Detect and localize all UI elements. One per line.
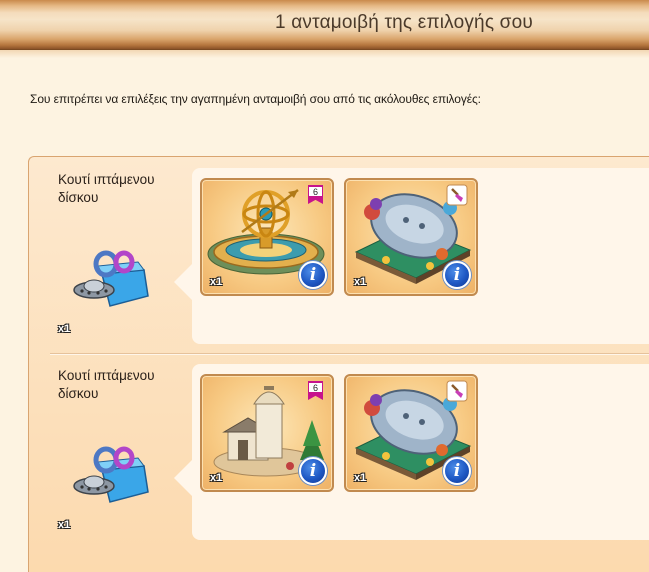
source-item-name: Κουτί ιπτάμενου δίσκου <box>58 172 155 205</box>
reward-card[interactable]: 6 x1 i <box>200 178 334 296</box>
header-shadow <box>0 50 649 58</box>
reward-quantity: x1 <box>210 472 223 484</box>
reward-quantity: x1 <box>210 276 223 288</box>
source-quantity: x1 <box>58 323 71 335</box>
info-button[interactable]: i <box>299 457 327 485</box>
info-button[interactable]: i <box>443 457 471 485</box>
reward-card[interactable]: 6 x1 i <box>200 374 334 492</box>
intro-text: Σου επιτρέπει να επιλέξεις την αγαπημένη… <box>30 92 481 106</box>
paintbrush-icon <box>446 380 468 402</box>
source-quantity: x1 <box>58 519 71 531</box>
paintbrush-icon <box>446 184 468 206</box>
source-item-name: Κουτί ιπτάμενου δίσκου <box>58 368 155 401</box>
level-badge-value: 6 <box>308 186 323 197</box>
option-divider <box>50 353 649 355</box>
level-badge-value: 6 <box>308 382 323 393</box>
reward-strip: 6 x1 i x1 i <box>174 168 649 344</box>
flying-saucer-box-icon <box>73 446 149 503</box>
reward-card[interactable]: x1 i <box>344 178 478 296</box>
info-button[interactable]: i <box>299 261 327 289</box>
reward-card[interactable]: x1 i <box>344 374 478 492</box>
reward-strip: 6 x1 i x1 i <box>174 364 649 540</box>
reward-quantity: x1 <box>354 472 367 484</box>
option-row: Κουτί ιπτάμενου δίσκου x1 6 x1 i x1 i <box>36 168 649 344</box>
window-header: 1 ανταμοιβή της επιλογής σου <box>0 0 649 50</box>
page-title: 1 ανταμοιβή της επιλογής σου <box>275 12 533 33</box>
reward-quantity: x1 <box>354 276 367 288</box>
info-button[interactable]: i <box>443 261 471 289</box>
option-row: Κουτί ιπτάμενου δίσκου x1 6 x1 i x1 i <box>36 364 649 540</box>
flying-saucer-box-icon <box>73 250 149 307</box>
